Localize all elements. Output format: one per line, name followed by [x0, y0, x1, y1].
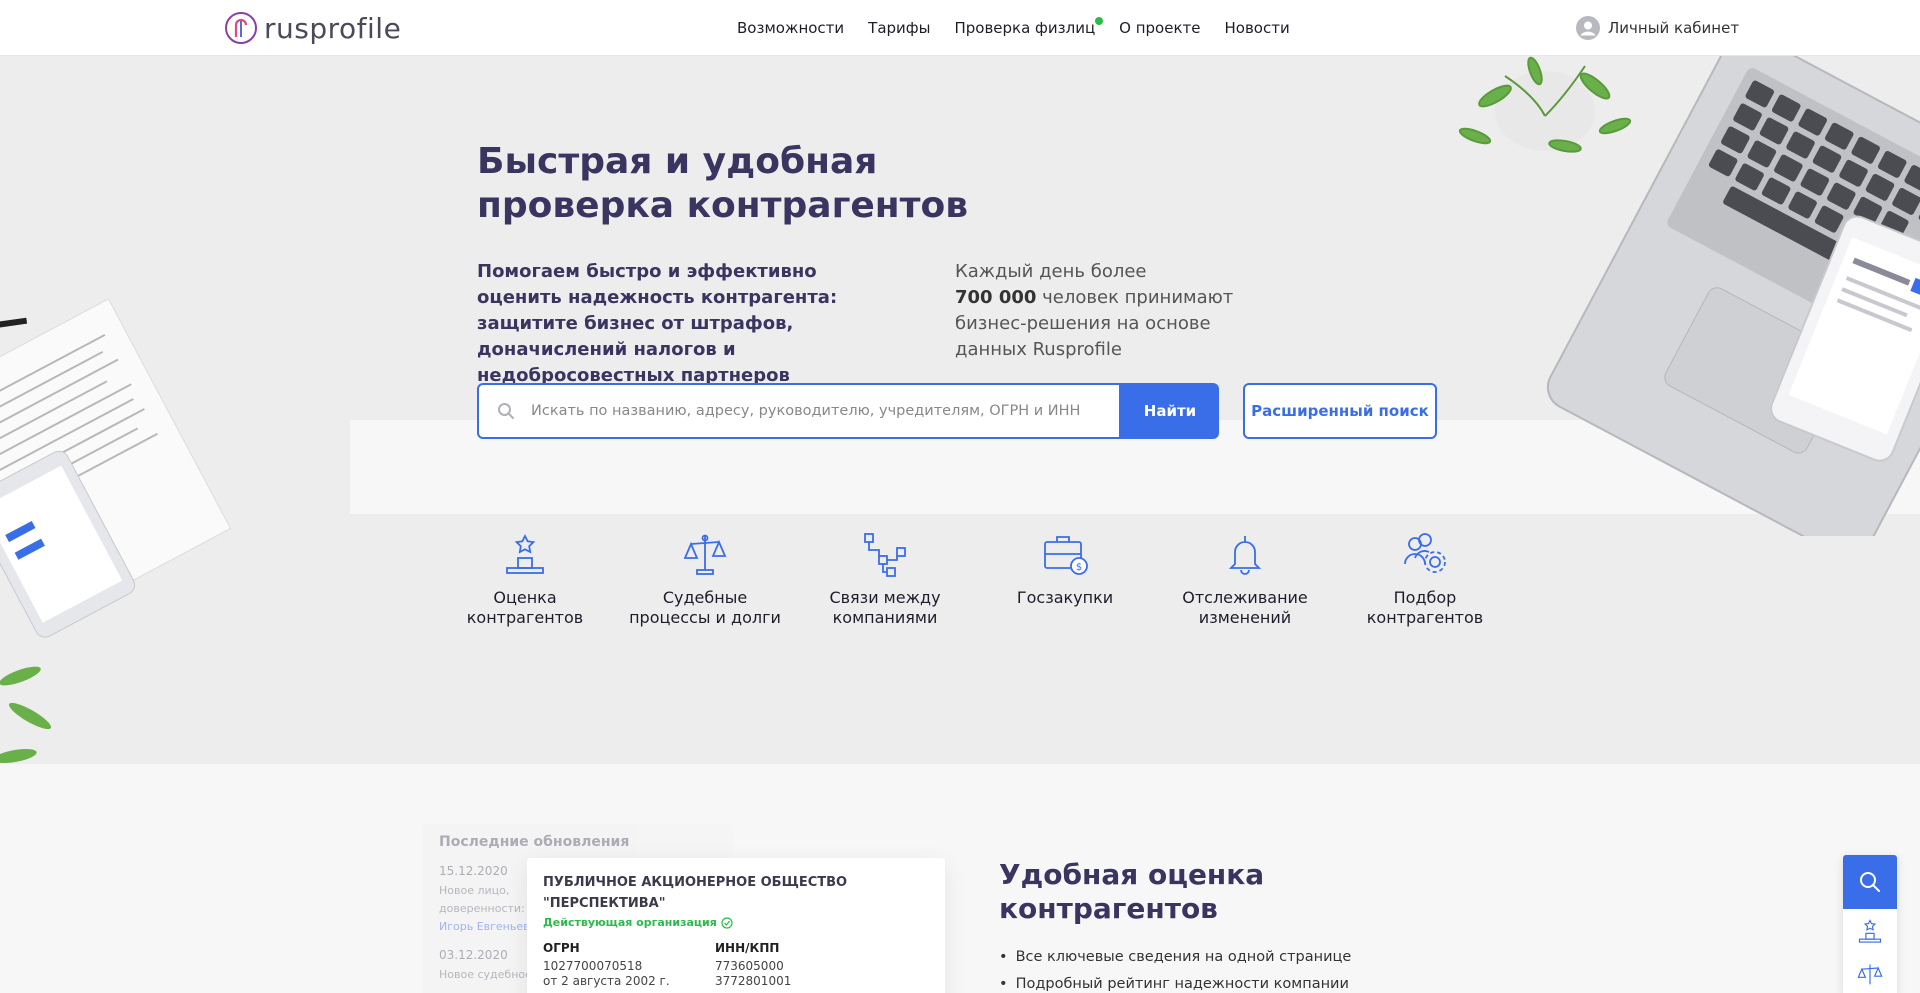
- bell-icon: [1228, 536, 1262, 575]
- side-rating-button[interactable]: [1843, 909, 1897, 953]
- inn-number: 773605000: [715, 959, 784, 973]
- nav-about[interactable]: О проекте: [1119, 19, 1200, 37]
- scales-icon: [683, 534, 727, 575]
- search-button[interactable]: Найти: [1121, 383, 1219, 439]
- ogrn-date: от 2 августа 2002 г.: [543, 974, 670, 988]
- nav-tariffs[interactable]: Тарифы: [868, 19, 930, 37]
- company-codes: ОГРН 1027700070518 от 2 августа 2002 г. …: [543, 941, 929, 989]
- ogrn-number: 1027700070518: [543, 959, 643, 973]
- list-item: Все ключевые сведения на одной странице: [999, 944, 1352, 971]
- check-circle-icon: [721, 916, 733, 929]
- lower-section: Последние обновления 15.12.2020 Новое ли…: [0, 764, 1920, 993]
- company-name: ПУБЛИЧНОЕ АКЦИОНЕРНОЕ ОБЩЕСТВО "ПЕРСПЕКТ…: [543, 875, 848, 911]
- nav-features[interactable]: Возможности: [737, 19, 844, 37]
- hero-description: Помогаем быстро и эффективно оценить над…: [477, 261, 838, 386]
- personal-cabinet-link[interactable]: Личный кабинет: [1576, 16, 1739, 40]
- kpp-number: 3772801001: [715, 974, 792, 988]
- feature-selection-label: Подбор контрагентов: [1366, 588, 1484, 627]
- nav-person-check[interactable]: Проверка физлиц: [954, 17, 1104, 37]
- feature-rating[interactable]: Оценка контрагентов: [440, 530, 610, 628]
- documents-image: [0, 298, 232, 638]
- update-date: 03.12.2020: [439, 948, 508, 962]
- features-row: Оценка контрагентов Судебные процессы и …: [440, 530, 1510, 628]
- feature-courts[interactable]: Судебные процессы и долги: [620, 530, 790, 628]
- search-field[interactable]: [477, 383, 1121, 439]
- svg-text:$: $: [1076, 562, 1082, 573]
- nav-news[interactable]: Новости: [1225, 19, 1290, 37]
- list-item: Подробный рейтинг надежности компании: [999, 971, 1351, 993]
- network-icon: [864, 533, 906, 577]
- plant-image: [1458, 56, 1632, 153]
- feature-connections[interactable]: Связи между компаниями: [800, 530, 970, 628]
- update-link[interactable]: Игорь Евгеньев: [439, 920, 530, 933]
- benefits-list: Все ключевые сведения на одной странице …: [999, 944, 1352, 993]
- company-card: ПУБЛИЧНОЕ АКЦИОНЕРНОЕ ОБЩЕСТВО "ПЕРСПЕКТ…: [527, 858, 945, 993]
- plant-left-image: [0, 666, 51, 764]
- logo-icon: [225, 12, 257, 44]
- inn-label: ИНН/КПП: [715, 941, 780, 955]
- search-icon: [1860, 872, 1880, 892]
- hero-stats: Каждый день более 700 000 человек приним…: [955, 259, 1245, 363]
- users-gear-icon: [1404, 533, 1446, 573]
- rating-icon: [506, 533, 544, 574]
- update-date: 15.12.2020: [439, 864, 508, 878]
- ogrn-value: 1027700070518 от 2 августа 2002 г.: [543, 959, 715, 989]
- hero-title: Быстрая и удобная проверка контрагентов: [477, 141, 969, 226]
- side-search-button[interactable]: [1843, 855, 1897, 909]
- scales-icon: [1857, 964, 1883, 985]
- rating-icon: [1858, 919, 1882, 943]
- briefcase-icon: $: [1044, 536, 1088, 575]
- status-label: Действующая организация: [543, 916, 717, 929]
- user-avatar-icon: [1576, 16, 1600, 40]
- company-status: Действующая организация: [543, 916, 929, 929]
- main-nav: Возможности Тарифы Проверка физлиц О про…: [737, 17, 1290, 37]
- ogrn-block: ОГРН 1027700070518 от 2 августа 2002 г.: [543, 941, 715, 989]
- logo[interactable]: rusprofile: [224, 10, 401, 46]
- advanced-search-button[interactable]: Расширенный поиск: [1243, 383, 1437, 439]
- feature-courts-label: Судебные процессы и долги: [629, 588, 781, 627]
- feature-procurement-label: Госзакупки: [1016, 588, 1114, 607]
- stats-prefix: Каждый день более: [955, 261, 1147, 282]
- feature-procurement[interactable]: $ Госзакупки: [980, 530, 1150, 628]
- side-quick-panel: [1843, 855, 1897, 993]
- search-input[interactable]: [531, 403, 1091, 419]
- stats-count: 700 000: [955, 287, 1037, 308]
- cabinet-label: Личный кабинет: [1608, 19, 1740, 37]
- ogrn-label: ОГРН: [543, 941, 580, 955]
- feature-monitoring-label: Отслеживание изменений: [1182, 588, 1308, 627]
- feature-selection[interactable]: Подбор контрагентов: [1340, 530, 1510, 628]
- feature-rating-label: Оценка контрагентов: [466, 588, 584, 627]
- inn-value: 773605000 3772801001: [715, 959, 887, 989]
- logo-text: rusprofile: [264, 11, 402, 45]
- section-title: Удобная оценка контрагентов: [999, 858, 1265, 925]
- nav-person-check-label: Проверка физлиц: [954, 19, 1096, 37]
- feature-monitoring[interactable]: Отслеживание изменений: [1160, 530, 1330, 628]
- new-indicator-dot: [1095, 17, 1104, 25]
- inn-block: ИНН/КПП 773605000 3772801001: [715, 941, 887, 989]
- header: rusprofile Возможности Тарифы Проверка ф…: [0, 0, 1920, 56]
- updates-title: Последние обновления: [439, 834, 630, 850]
- search-icon: [498, 403, 514, 419]
- feature-connections-label: Связи между компаниями: [829, 588, 941, 627]
- side-courts-button[interactable]: [1843, 953, 1897, 993]
